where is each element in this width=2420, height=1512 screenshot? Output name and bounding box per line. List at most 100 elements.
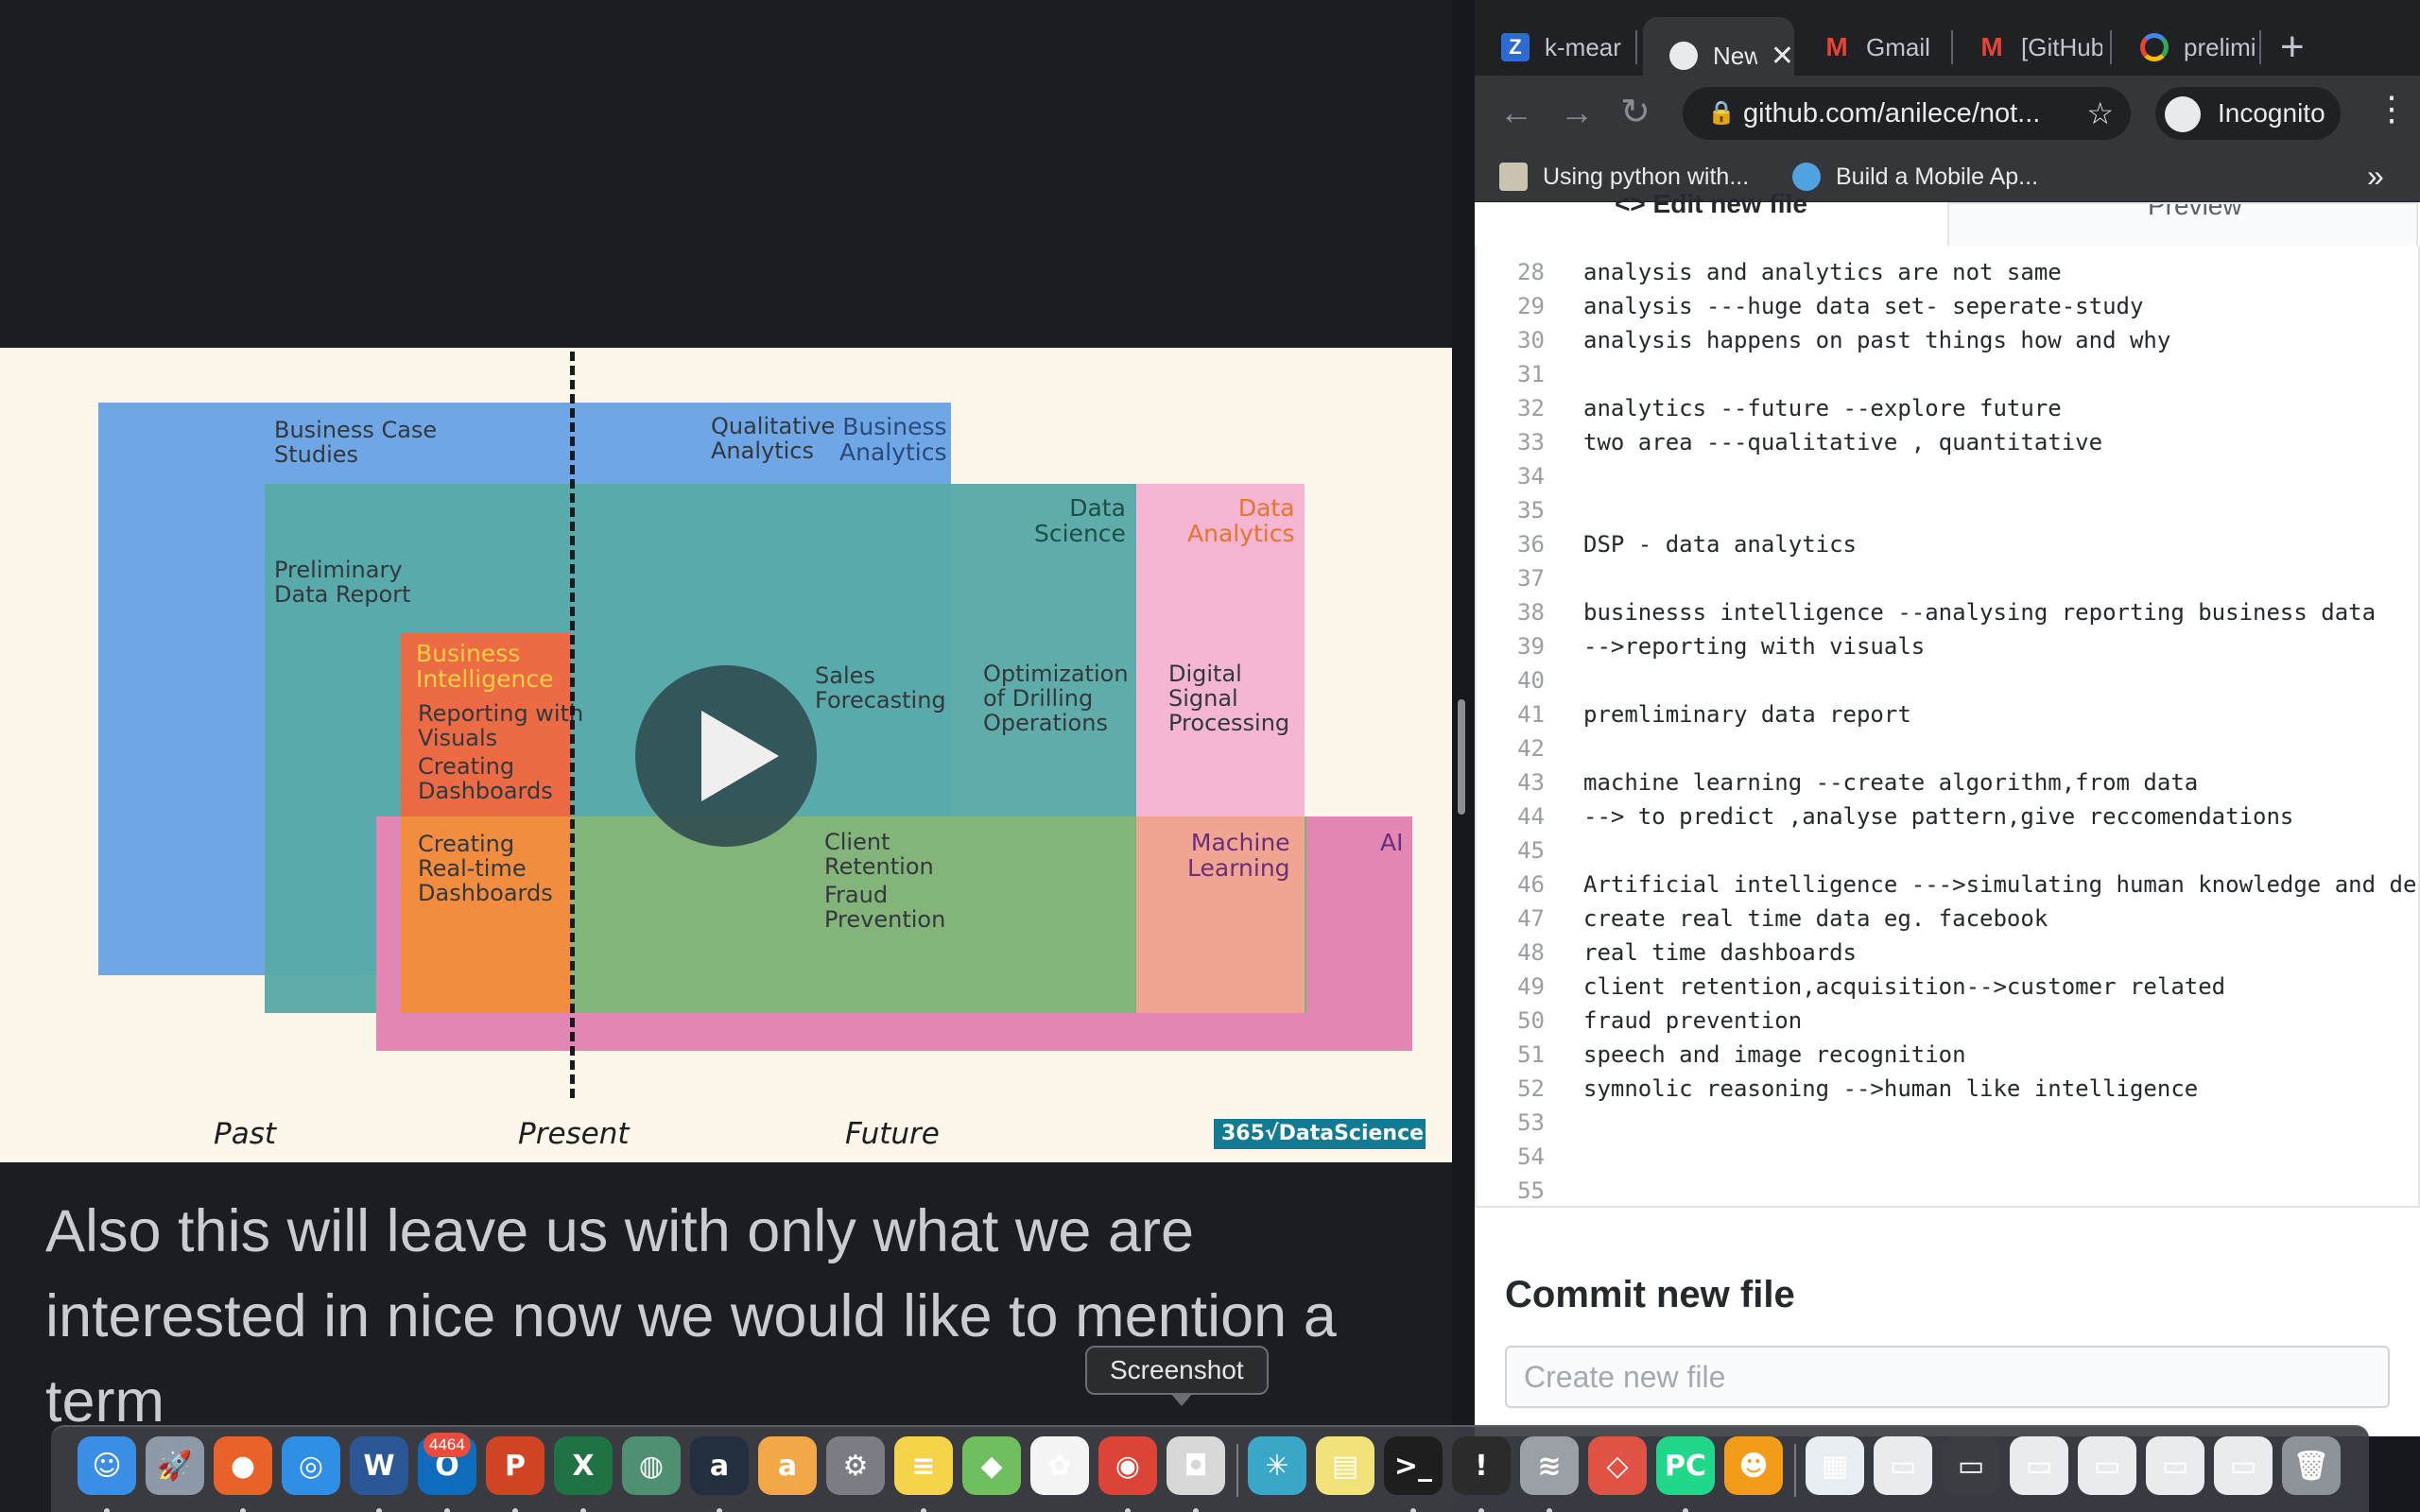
code-line[interactable]: 44 --> to predict ,analyse pattern,give r… (1477, 799, 2418, 833)
tab-edit-file[interactable]: <> Edit new file (1475, 189, 1947, 232)
label-optimization-drilling: Optimization of Drilling Operations (983, 661, 1129, 736)
code-line[interactable]: 43 machine learning --create algorithm,fr… (1477, 765, 2418, 799)
firefox-icon[interactable]: ● (214, 1436, 272, 1495)
code-line[interactable]: 35 (1477, 493, 2418, 527)
launchpad-icon[interactable]: 🚀 (146, 1436, 204, 1495)
code-line[interactable]: 53 (1477, 1106, 2418, 1140)
code-line[interactable]: 48 real time dashboards (1477, 936, 2418, 970)
code-line[interactable]: 36 DSP - data analytics (1477, 527, 2418, 561)
code-line[interactable]: 40 (1477, 663, 2418, 697)
tab-github-mail[interactable]: M [GitHub (1951, 21, 2102, 74)
reload-icon[interactable]: ↻ (1620, 91, 1651, 133)
code-line[interactable]: 47 create real time data eg. facebook (1477, 902, 2418, 936)
incognito-indicator[interactable]: Incognito (2155, 87, 2341, 140)
code-line[interactable]: 46 Artificial intelligence --->simulating… (1477, 868, 2418, 902)
line-text: DSP - data analytics (1583, 531, 1857, 558)
window-thumbnail-2[interactable]: ▭ (1942, 1436, 2000, 1495)
commit-message-input[interactable] (1505, 1346, 2390, 1408)
amazon-icon[interactable]: a (690, 1436, 749, 1495)
address-bar[interactable]: 🔒 github.com/anilece/not... ☆ (1683, 87, 2131, 140)
code-line[interactable]: 32 analytics --future --explore future (1477, 391, 2418, 425)
globe-icon[interactable]: ◍ (622, 1436, 681, 1495)
bookmark-star-icon[interactable]: ☆ (2086, 87, 2114, 140)
line-text: client retention,acquisition-->customer … (1583, 973, 2226, 1000)
line-number: 31 (1517, 361, 1545, 387)
code-line[interactable]: 31 (1477, 357, 2418, 391)
code-line[interactable]: 51 speech and image recognition (1477, 1038, 2418, 1072)
tab-preliminary[interactable]: prelimi (2114, 21, 2265, 74)
incognito-label: Incognito (2218, 98, 2325, 128)
sparkle-icon[interactable]: ✳ (1248, 1436, 1306, 1495)
window-thumbnail-1[interactable]: ▭ (1874, 1436, 1932, 1495)
amazon-assistant-icon[interactable]: a (758, 1436, 817, 1495)
new-tab-button[interactable]: + (2280, 21, 2305, 74)
window-thumbnail-4[interactable]: ▭ (2078, 1436, 2136, 1495)
word-icon[interactable]: W (350, 1436, 408, 1495)
line-text: Artificial intelligence --->simulating h… (1583, 871, 2417, 898)
lock-icon: 🔒 (1707, 100, 1736, 126)
code-line[interactable]: 42 (1477, 731, 2418, 765)
code-line[interactable]: 54 (1477, 1140, 2418, 1174)
play-icon (701, 711, 779, 801)
code-line[interactable]: 50 fraud prevention (1477, 1004, 2418, 1038)
database-icon[interactable]: ≋ (1520, 1436, 1579, 1495)
forward-icon[interactable]: → (1560, 93, 1594, 132)
tab-preview[interactable]: Preview (1947, 202, 2418, 246)
code-line[interactable]: 45 (1477, 833, 2418, 868)
code-line[interactable]: 41 premliminary data report (1477, 697, 2418, 731)
pycharm-icon[interactable]: PC (1656, 1436, 1715, 1495)
maps-icon[interactable]: ◆ (962, 1436, 1021, 1495)
code-line[interactable]: 55 (1477, 1174, 2418, 1206)
running-indicator (1125, 1508, 1131, 1512)
bookmarks-overflow-icon[interactable]: » (2367, 159, 2384, 194)
line-number: 54 (1517, 1143, 1545, 1170)
stickies-icon[interactable]: ▤ (1316, 1436, 1374, 1495)
code-line[interactable]: 29 analysis ---huge data set- seperate-st… (1477, 289, 2418, 323)
code-line[interactable]: 38 businesss intelligence --analysing rep… (1477, 595, 2418, 629)
code-line[interactable]: 37 (1477, 561, 2418, 595)
code-line[interactable]: 30 analysis happens on past things how an… (1477, 323, 2418, 357)
code-line[interactable]: 49 client retention,acquisition-->custome… (1477, 970, 2418, 1004)
code-line[interactable]: 34 (1477, 459, 2418, 493)
label-business-case-studies: Business Case Studies (274, 417, 438, 468)
code-line[interactable]: 28 analysis and analytics are not same (1477, 255, 2418, 289)
tab-gmail[interactable]: M Gmail - (1796, 21, 1936, 74)
terminal-icon[interactable]: >_ (1384, 1436, 1443, 1495)
screenshot-icon[interactable]: ◘ (1167, 1436, 1225, 1495)
code-line[interactable]: 52 symnolic reasoning -->human like intel… (1477, 1072, 2418, 1106)
character-icon[interactable]: ☻ (1724, 1436, 1783, 1495)
close-tab-icon[interactable]: ✕ (1771, 40, 1794, 73)
git-client-icon[interactable]: ◇ (1588, 1436, 1647, 1495)
notes-icon[interactable]: ≡ (894, 1436, 953, 1495)
label-creating-realtime-dashboards: Creating Real-time Dashboards (418, 831, 553, 906)
excel-icon[interactable]: X (554, 1436, 613, 1495)
chrome-icon[interactable]: ◉ (1098, 1436, 1157, 1495)
tab-title: Gmail - (1866, 32, 1936, 61)
line-number: 48 (1517, 939, 1545, 966)
window-thumbnail-6[interactable]: ▭ (2214, 1436, 2273, 1495)
window-thumbnail-3[interactable]: ▭ (2010, 1436, 2068, 1495)
back-icon[interactable]: ← (1499, 93, 1533, 132)
archive-icon[interactable]: ▦ (1806, 1436, 1864, 1495)
split-view-handle[interactable] (1458, 699, 1465, 815)
video-player[interactable]: Business Analytics Data Science Data Ana… (0, 0, 1452, 1512)
tab-kmeans[interactable]: Z k-mear (1475, 21, 1634, 74)
dock: ☺ 🚀 ● ◎ W O P X ◍ a a ⚙ ≡ ◆ ✿ ◉ ◘ ✳ ▤ >_! ≋ ◇ PC ☻ ▦ ▭ ▭ ▭ ▭ ▭ ▭ 🗑 (51, 1425, 2369, 1512)
play-button[interactable] (635, 665, 817, 847)
code-line[interactable]: 33 two area ---qualitative , quantitative (1477, 425, 2418, 459)
code-line[interactable]: 39 -->reporting with visuals (1477, 629, 2418, 663)
window-thumbnail-5[interactable]: ▭ (2146, 1436, 2204, 1495)
console-icon[interactable]: ! (1452, 1436, 1511, 1495)
photos-icon[interactable]: ✿ (1030, 1436, 1089, 1495)
system-preferences-icon[interactable]: ⚙ (826, 1436, 885, 1495)
finder-icon[interactable]: ☺ (78, 1436, 136, 1495)
bookmark-item[interactable]: Using python with... (1499, 163, 1749, 191)
safari-icon[interactable]: ◎ (282, 1436, 340, 1495)
bookmark-item[interactable]: Build a Mobile Ap... (1792, 163, 2038, 191)
trash-icon[interactable]: 🗑 (2282, 1436, 2341, 1495)
code-editor[interactable]: 28 analysis and analytics are not same 29 a… (1475, 246, 2420, 1208)
powerpoint-icon[interactable]: P (486, 1436, 544, 1495)
google-icon (2140, 33, 2169, 61)
line-text: businesss intelligence --analysing repor… (1583, 599, 2377, 626)
browser-menu-icon[interactable]: ⋮ (2375, 89, 2409, 129)
